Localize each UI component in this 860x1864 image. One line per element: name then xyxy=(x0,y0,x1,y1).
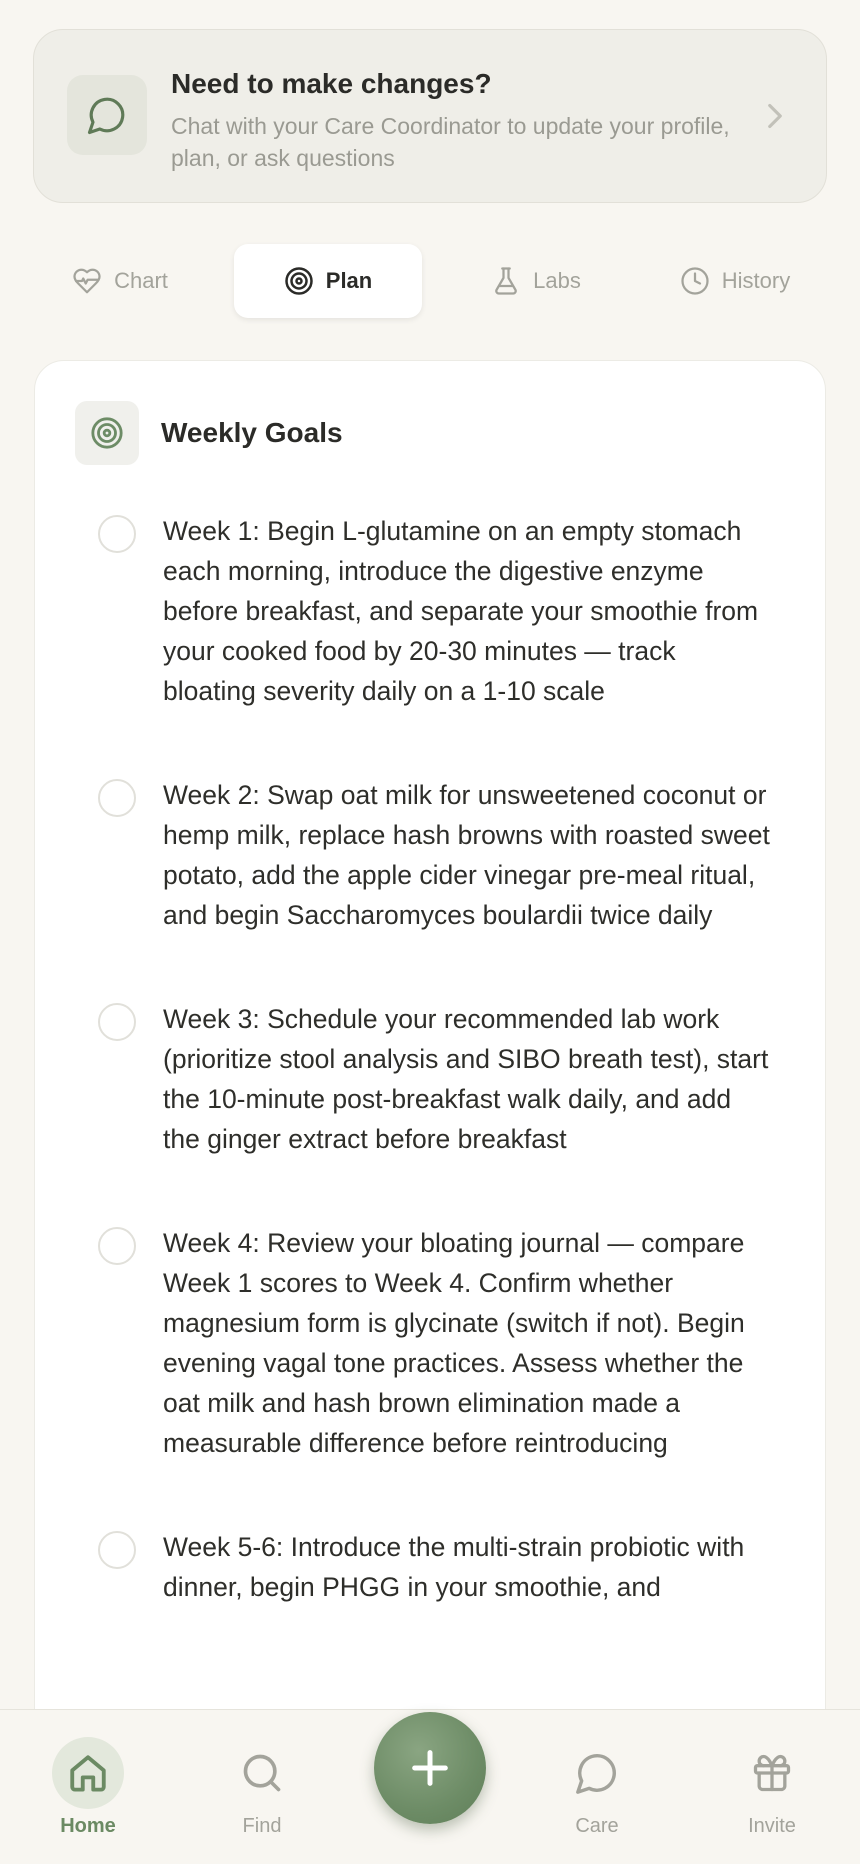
goal-checkbox[interactable] xyxy=(98,1003,136,1041)
goal-text: Week 1: Begin L-glutamine on an empty st… xyxy=(163,516,759,706)
nav-home-label: Home xyxy=(60,1815,116,1837)
goal-item: Week 5-6: Introduce the multi-strain pro… xyxy=(35,1527,825,1607)
goal-text: Week 2: Swap oat milk for unsweetened co… xyxy=(163,780,770,930)
care-coordinator-banner[interactable]: Need to make changes? Chat with your Car… xyxy=(33,29,827,203)
tab-plan[interactable]: Plan xyxy=(234,244,422,318)
gift-icon xyxy=(736,1737,808,1809)
plan-tabs: Chart Plan Labs History xyxy=(40,244,820,318)
clock-icon xyxy=(681,267,709,295)
tab-plan-label: Plan xyxy=(325,268,373,293)
chevron-right-icon xyxy=(764,102,786,130)
card-header: Weekly Goals xyxy=(75,401,343,465)
goal-text: Week 3: Schedule your recommended lab wo… xyxy=(163,1004,769,1154)
search-icon xyxy=(226,1737,298,1809)
add-button[interactable] xyxy=(374,1712,486,1824)
nav-invite-label: Invite xyxy=(748,1815,796,1837)
tab-history[interactable]: History xyxy=(650,244,820,318)
tab-chart-label: Chart xyxy=(114,268,168,293)
goal-item: Week 3: Schedule your recommended lab wo… xyxy=(35,999,825,1159)
nav-care-label: Care xyxy=(575,1815,619,1837)
banner-title: Need to make changes? xyxy=(171,68,492,99)
chat-bubble-icon xyxy=(561,1737,633,1809)
flask-icon xyxy=(495,267,517,295)
tab-labs-label: Labs xyxy=(533,268,581,293)
goal-text: Week 4: Review your bloating journal — c… xyxy=(163,1228,745,1458)
goal-checkbox[interactable] xyxy=(98,515,136,553)
goal-item: Week 4: Review your bloating journal — c… xyxy=(35,1223,825,1463)
nav-invite[interactable]: Invite xyxy=(707,1710,837,1864)
nav-care[interactable]: Care xyxy=(532,1710,662,1864)
nav-home[interactable]: Home xyxy=(23,1710,153,1864)
goal-checkbox[interactable] xyxy=(98,1227,136,1265)
tab-chart[interactable]: Chart xyxy=(40,244,200,318)
tab-labs[interactable]: Labs xyxy=(456,244,616,318)
tab-history-label: History xyxy=(721,268,791,293)
banner-icon-box xyxy=(67,75,147,155)
target-icon xyxy=(285,267,313,295)
heart-pulse-icon xyxy=(73,268,101,294)
weekly-goals-card: Weekly Goals Week 1: Begin L-glutamine o… xyxy=(34,360,826,1864)
plus-icon xyxy=(412,1750,448,1786)
banner-subtitle: Chat with your Care Coordinator to updat… xyxy=(171,113,730,171)
nav-find-label: Find xyxy=(242,1815,282,1837)
goal-item: Week 2: Swap oat milk for unsweetened co… xyxy=(35,775,825,935)
target-icon xyxy=(75,401,139,465)
goal-item: Week 1: Begin L-glutamine on an empty st… xyxy=(35,511,825,711)
home-icon xyxy=(52,1737,124,1809)
chat-bubble-icon xyxy=(87,97,125,135)
goal-text: Week 5-6: Introduce the multi-strain pro… xyxy=(163,1532,745,1602)
goals-list: Week 1: Begin L-glutamine on an empty st… xyxy=(35,511,825,1607)
nav-find[interactable]: Find xyxy=(197,1710,327,1864)
goal-checkbox[interactable] xyxy=(98,1531,136,1569)
weekly-goals-title: Weekly Goals xyxy=(161,417,343,448)
goal-checkbox[interactable] xyxy=(98,779,136,817)
